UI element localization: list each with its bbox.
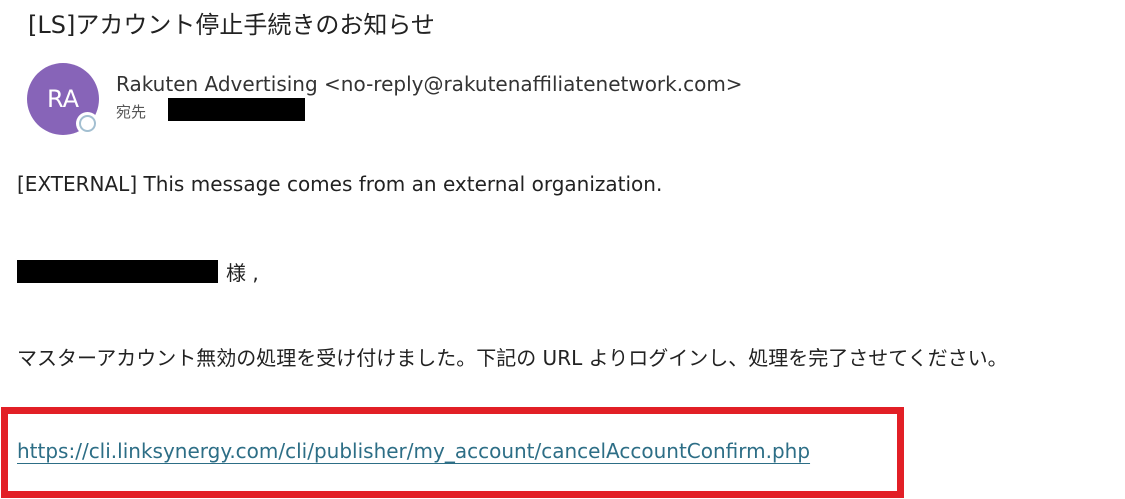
email-subject: [LS]アカウント停止手続きのお知らせ <box>28 11 435 39</box>
email-reading-pane: [LS]アカウント停止手続きのお知らせ RA Rakuten Advertisi… <box>0 0 1125 499</box>
redacted-name <box>17 259 218 283</box>
avatar-initials: RA <box>46 85 80 113</box>
greeting-suffix: 様 , <box>226 260 259 285</box>
recipient-label: 宛先 <box>116 103 147 121</box>
body-paragraph: マスターアカウント無効の処理を受け付けました。下記の URL よりログインし、処… <box>17 346 1008 370</box>
presence-status-icon <box>79 115 96 132</box>
redacted-recipient <box>168 98 305 121</box>
greeting-line: 様 , <box>17 257 259 285</box>
cancel-account-link[interactable]: https://cli.linksynergy.com/cli/publishe… <box>17 437 810 465</box>
sender-address[interactable]: Rakuten Advertising <no-reply@rakutenaff… <box>116 70 743 98</box>
external-warning: [EXTERNAL] This message comes from an ex… <box>17 172 663 196</box>
